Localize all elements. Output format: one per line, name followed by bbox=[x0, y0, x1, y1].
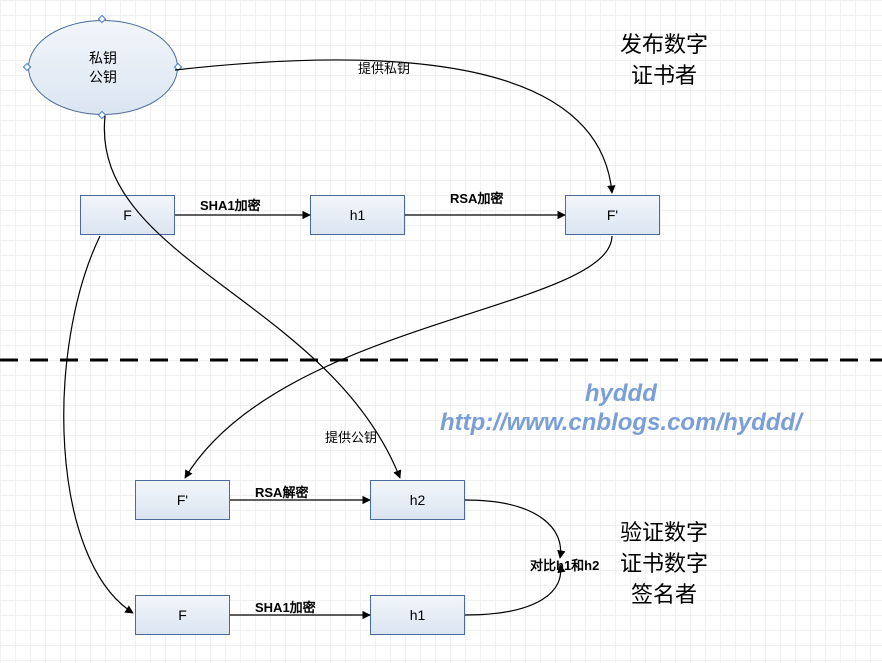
arrow-h2-to-compare bbox=[465, 500, 561, 558]
watermark-l1: hyddd bbox=[585, 380, 657, 407]
title-verifier-l2: 证书数字 bbox=[620, 551, 708, 576]
node-F-verifier: F bbox=[135, 595, 230, 635]
node-label: h2 bbox=[410, 492, 426, 508]
node-label: F bbox=[123, 207, 132, 223]
node-h1-issuer: h1 bbox=[310, 195, 405, 235]
arrow-keys-to-fprime bbox=[175, 60, 612, 193]
edge-label-pub: 提供公钥 bbox=[325, 427, 377, 446]
keys-line1: 私钥 bbox=[89, 49, 117, 67]
diagram-stage: 私钥 公钥 F h1 F' F' h2 F h1 SHA1加密 RSA加密 提供… bbox=[0, 0, 882, 663]
node-label: h1 bbox=[350, 207, 366, 223]
edge-label-priv: 提供私钥 bbox=[358, 58, 410, 77]
arrow-keys-to-h2 bbox=[104, 116, 400, 478]
arrow-f-down bbox=[64, 236, 133, 613]
watermark: hyddd http://www.cnblogs.com/hyddd/ bbox=[440, 380, 802, 438]
title-issuer-l1: 发布数字 bbox=[620, 32, 708, 57]
edge-label-rsa-dec: RSA解密 bbox=[255, 482, 308, 501]
node-Fprime-verifier: F' bbox=[135, 480, 230, 520]
node-label: F' bbox=[607, 207, 618, 223]
edge-label-rsa-enc: RSA加密 bbox=[450, 188, 503, 207]
node-h2-verifier: h2 bbox=[370, 480, 465, 520]
node-label: F bbox=[178, 607, 187, 623]
node-Fprime-issuer: F' bbox=[565, 195, 660, 235]
edge-label-sha1-bottom: SHA1加密 bbox=[255, 597, 316, 616]
arrow-fprime-down bbox=[185, 236, 612, 478]
keys-line2: 公钥 bbox=[89, 68, 117, 86]
edge-label-sha1-top: SHA1加密 bbox=[200, 195, 261, 214]
title-verifier-l3: 签名者 bbox=[631, 582, 697, 607]
node-h1-verifier: h1 bbox=[370, 595, 465, 635]
node-label: h1 bbox=[410, 607, 426, 623]
node-F-issuer: F bbox=[80, 195, 175, 235]
title-issuer-l2: 证书者 bbox=[631, 63, 697, 88]
title-issuer: 发布数字 证书者 bbox=[620, 30, 708, 92]
watermark-l2: http://www.cnblogs.com/hyddd/ bbox=[440, 409, 802, 436]
title-verifier-l1: 验证数字 bbox=[620, 520, 708, 545]
node-label: F' bbox=[177, 492, 188, 508]
title-verifier: 验证数字 证书数字 签名者 bbox=[620, 518, 708, 610]
node-keys: 私钥 公钥 bbox=[28, 20, 178, 115]
edge-label-compare: 对比h1和h2 bbox=[530, 555, 599, 574]
